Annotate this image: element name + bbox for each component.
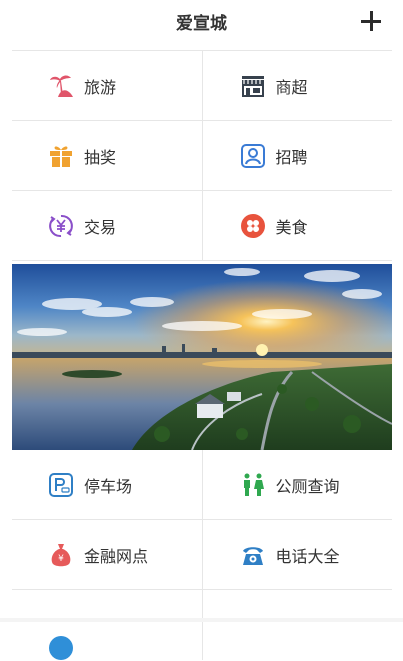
page-title: 爱宣城 (176, 14, 227, 34)
grid-row: ¥ 金融网点 电话大全 (12, 520, 392, 590)
store-icon (241, 75, 264, 97)
grid-item-label: 停车场 (84, 476, 133, 496)
restroom-icon (243, 473, 264, 496)
service-grid-bottom: 停车场 公厕查询 ¥ 金融网点 电话大全 (12, 450, 392, 660)
money-bag-icon: ¥ (51, 543, 71, 566)
gift-icon (50, 146, 72, 167)
food-dots-icon (240, 213, 265, 238)
grid-item-label: 旅游 (84, 77, 117, 97)
person-card-icon (240, 143, 265, 168)
banner-image[interactable] (12, 264, 392, 450)
grid-item-partial[interactable] (12, 590, 203, 660)
grid-item-label: 金融网点 (84, 546, 149, 566)
grid-row: 抽奖 招聘 (12, 121, 392, 191)
grid-item-lottery[interactable]: 抽奖 (12, 121, 203, 190)
bottom-edge (0, 618, 403, 622)
grid-row-partial (12, 590, 392, 660)
telephone-icon (242, 546, 263, 565)
grid-item-supermarket[interactable]: 商超 (203, 51, 393, 120)
service-grid-top: 旅游 商超 抽奖 招聘 交易 美食 (12, 50, 392, 261)
grid-item-label: 商超 (275, 77, 308, 97)
grid-item-partial-right[interactable] (203, 590, 393, 660)
grid-item-restroom[interactable]: 公厕查询 (203, 450, 393, 519)
grid-item-label: 美食 (275, 217, 308, 237)
grid-item-label: 电话大全 (275, 546, 340, 566)
landscape-photo (12, 264, 392, 450)
svg-text:¥: ¥ (58, 554, 64, 564)
parking-icon (49, 472, 73, 497)
partial-icon (49, 636, 73, 660)
grid-item-parking[interactable]: 停车场 (12, 450, 203, 519)
grid-item-phonebook[interactable]: 电话大全 (203, 520, 393, 589)
grid-row: 旅游 商超 (12, 51, 392, 121)
grid-item-travel[interactable]: 旅游 (12, 51, 203, 120)
grid-row: 交易 美食 (12, 191, 392, 261)
grid-item-finance[interactable]: ¥ 金融网点 (12, 520, 203, 589)
grid-item-label: 招聘 (275, 147, 308, 167)
grid-item-label: 公厕查询 (275, 476, 340, 496)
yen-exchange-icon (49, 214, 73, 237)
grid-item-label: 抽奖 (84, 147, 117, 167)
palm-tree-icon (50, 75, 73, 97)
grid-item-trade[interactable]: 交易 (12, 191, 203, 260)
grid-item-label: 交易 (84, 217, 117, 237)
plus-icon[interactable] (361, 11, 381, 31)
app-header: 爱宣城 (0, 0, 403, 44)
grid-row: 停车场 公厕查询 (12, 450, 392, 520)
grid-item-food[interactable]: 美食 (203, 191, 393, 260)
grid-item-recruitment[interactable]: 招聘 (203, 121, 393, 190)
